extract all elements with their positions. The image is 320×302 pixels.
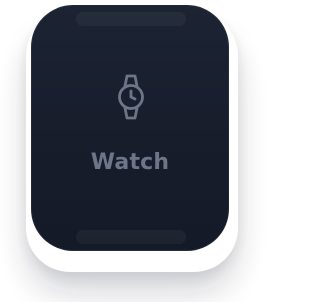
watch-icon [118,74,144,120]
watch-tile[interactable]: Watch [31,5,229,251]
stage: Watch [0,0,262,302]
tile-label: Watch [90,150,170,175]
